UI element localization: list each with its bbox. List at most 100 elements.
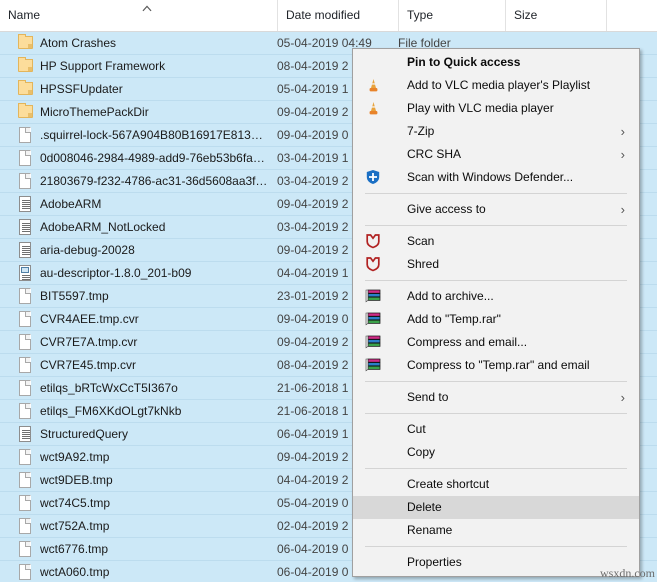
blank-file-icon <box>18 334 34 351</box>
file-name-cell: wct6776.tmp <box>40 542 109 556</box>
winrar-icon <box>365 311 382 328</box>
blank-file-icon <box>18 564 34 581</box>
file-name-cell: 21803679-f232-4786-ac31-36d5608aa3ff.j..… <box>40 174 268 188</box>
windows-defender-icon <box>365 169 382 186</box>
text-file-icon <box>18 219 34 236</box>
text-file-icon <box>18 196 34 213</box>
menu-item-label: Create shortcut <box>407 477 490 491</box>
column-header-size[interactable]: Size <box>505 0 606 31</box>
menu-item-label: 7-Zip <box>407 124 435 138</box>
sort-ascending-icon <box>140 4 154 12</box>
column-header-bar: Name Date modified Type Size <box>0 0 657 32</box>
red-shield-icon <box>365 256 382 273</box>
menu-separator <box>365 193 627 194</box>
blank-file-icon <box>18 403 34 420</box>
blank-file-icon <box>18 288 34 305</box>
red-shield-icon <box>365 233 382 250</box>
menu-item-label: Scan with Windows Defender... <box>407 170 574 184</box>
blank-file-icon <box>18 518 34 535</box>
blank-file-icon <box>18 150 34 167</box>
menu-separator <box>365 225 627 226</box>
column-header-type[interactable]: Type <box>398 0 505 31</box>
file-name-cell: wct74C5.tmp <box>40 496 111 510</box>
menu-item-compress-to-temp-rar-and-email[interactable]: Compress to "Temp.rar" and email <box>353 354 639 377</box>
winrar-icon <box>365 288 382 305</box>
folder-icon <box>18 34 34 52</box>
vlc-cone-icon <box>365 100 382 117</box>
chevron-right-icon: › <box>620 124 625 139</box>
menu-item-label: Shred <box>407 257 440 271</box>
menu-item-label: Pin to Quick access <box>407 55 521 69</box>
file-name-cell: wct9A92.tmp <box>40 450 110 464</box>
file-name-cell: MicroThemePackDir <box>40 105 149 119</box>
blank-file-icon <box>18 449 34 466</box>
column-header-name[interactable]: Name <box>0 0 277 31</box>
menu-item-label: Play with VLC media player <box>407 101 554 115</box>
menu-item-create-shortcut[interactable]: Create shortcut <box>353 473 639 496</box>
file-name-cell: .squirrel-lock-567A904B80B16917E813CC... <box>40 128 268 142</box>
chevron-right-icon: › <box>620 202 625 217</box>
file-name-cell: AdobeARM_NotLocked <box>40 220 166 234</box>
file-name-cell: 0d008046-2984-4989-add9-76eb53b6fa92... <box>40 151 268 165</box>
menu-item-label: Give access to <box>407 202 486 216</box>
menu-item-add-to-vlc-media-player-s-playlist[interactable]: Add to VLC media player's Playlist <box>353 74 639 97</box>
menu-item-delete[interactable]: Delete <box>353 496 639 519</box>
blank-file-icon <box>18 311 34 328</box>
text-file-icon <box>18 426 34 443</box>
menu-item-label: Compress and email... <box>407 335 528 349</box>
file-name-cell: aria-debug-20028 <box>40 243 135 257</box>
menu-item-7-zip[interactable]: 7-Zip › <box>353 120 639 143</box>
menu-item-shred[interactable]: Shred <box>353 253 639 276</box>
file-name-cell: CVR7E45.tmp.cvr <box>40 358 137 372</box>
xml-file-icon <box>18 265 34 282</box>
column-header-name-label: Name <box>8 8 41 22</box>
menu-item-give-access-to[interactable]: Give access to › <box>353 198 639 221</box>
text-file-icon <box>18 242 34 259</box>
file-name-cell: wct9DEB.tmp <box>40 473 113 487</box>
menu-item-scan-with-windows-defender[interactable]: Scan with Windows Defender... <box>353 166 639 189</box>
file-name-cell: AdobeARM <box>40 197 102 211</box>
folder-icon <box>18 103 34 121</box>
menu-item-label: Add to VLC media player's Playlist <box>407 78 591 92</box>
column-header-date-label: Date modified <box>286 8 361 22</box>
menu-item-label: Properties <box>407 555 462 569</box>
file-name-cell: etilqs_bRTcWxCcT5I367o <box>40 381 178 395</box>
menu-item-add-to-temp-rar[interactable]: Add to "Temp.rar" <box>353 308 639 331</box>
menu-item-properties[interactable]: Properties <box>353 551 639 574</box>
menu-item-add-to-archive[interactable]: Add to archive... <box>353 285 639 308</box>
winrar-icon <box>365 357 382 374</box>
folder-icon <box>18 57 34 75</box>
menu-separator <box>365 468 627 469</box>
file-name-cell: BIT5597.tmp <box>40 289 109 303</box>
menu-item-label: Copy <box>407 445 436 459</box>
menu-item-cut[interactable]: Cut <box>353 418 639 441</box>
file-name-cell: CVR7E7A.tmp.cvr <box>40 335 138 349</box>
menu-item-play-with-vlc-media-player[interactable]: Play with VLC media player <box>353 97 639 120</box>
menu-item-crc-sha[interactable]: CRC SHA › <box>353 143 639 166</box>
menu-item-rename[interactable]: Rename <box>353 519 639 542</box>
column-header-size-label: Size <box>514 8 538 22</box>
menu-item-scan[interactable]: Scan <box>353 230 639 253</box>
file-name-cell: HP Support Framework <box>40 59 166 73</box>
menu-item-label: Delete <box>407 500 442 514</box>
file-name-cell: wctA060.tmp <box>40 565 110 579</box>
column-header-extra[interactable] <box>606 0 657 31</box>
menu-separator <box>365 280 627 281</box>
file-name-cell: au-descriptor-1.8.0_201-b09 <box>40 266 192 280</box>
watermark: wsxdn.com <box>600 566 655 580</box>
context-menu[interactable]: Pin to Quick access Add to VLC media play… <box>352 48 640 577</box>
file-name-cell: etilqs_FM6XKdOLgt7kNkb <box>40 404 182 418</box>
menu-item-compress-and-email[interactable]: Compress and email... <box>353 331 639 354</box>
menu-item-copy[interactable]: Copy <box>353 441 639 464</box>
menu-item-label: CRC SHA <box>407 147 462 161</box>
menu-item-label: Add to "Temp.rar" <box>407 312 501 326</box>
file-name-cell: wct752A.tmp <box>40 519 110 533</box>
menu-separator <box>365 381 627 382</box>
menu-separator <box>365 546 627 547</box>
menu-item-send-to[interactable]: Send to › <box>353 386 639 409</box>
blank-file-icon <box>18 380 34 397</box>
menu-item-pin-to-quick-access[interactable]: Pin to Quick access <box>353 51 639 74</box>
chevron-right-icon: › <box>620 147 625 162</box>
column-header-date-modified[interactable]: Date modified <box>277 0 398 31</box>
explorer-window: Name Date modified Type Size Atom Crashe… <box>0 0 657 582</box>
